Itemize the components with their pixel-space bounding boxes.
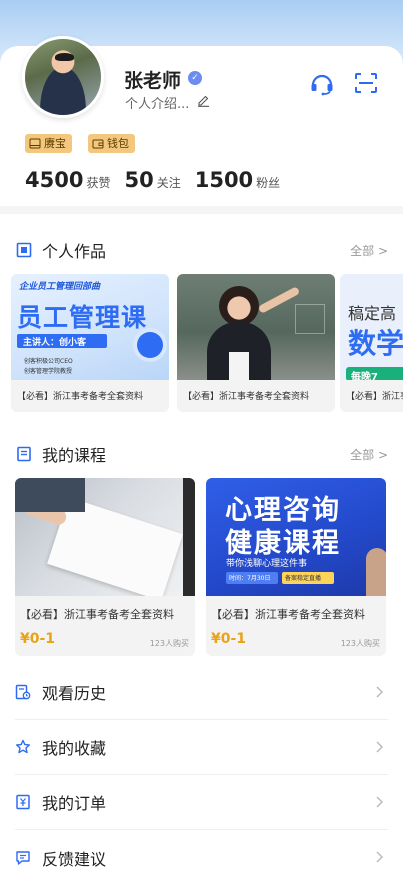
course-icon — [17, 446, 31, 462]
courses-list: 【必看】浙江事考备考全套资料 ¥0-1 123人购买 心理咨询 健康课程 带你浅… — [15, 478, 395, 658]
course-title: 【必看】浙江事考备考全套资料 — [211, 608, 365, 621]
menu-label: 我的收藏 — [42, 739, 107, 758]
scan-icon[interactable] — [354, 72, 378, 94]
work-caption: 【必看】浙江事考备考全套资料 — [346, 392, 403, 402]
edit-icon[interactable] — [197, 94, 210, 107]
work-thumbnail: 企业员工管理回部曲 员工管理课 主讲人：创小客 创客积极公司CEO 创客管理学院… — [11, 274, 169, 380]
thumb-text: 创客积极公司CEO — [24, 358, 73, 365]
following-count[interactable]: 50 — [124, 168, 153, 192]
order-icon — [16, 794, 30, 810]
menu-item-favorites[interactable]: 我的收藏 — [15, 720, 388, 775]
work-thumbnail — [177, 274, 335, 380]
work-caption: 【必看】浙江事考备考全套资料 — [17, 392, 144, 402]
chevron-right-icon — [376, 851, 384, 863]
history-icon — [15, 684, 31, 700]
menu-label: 我的订单 — [42, 794, 107, 813]
person-figure — [366, 548, 386, 596]
thumb-text: 数学 — [348, 327, 403, 360]
work-card[interactable]: 稿定高 数学 每晚7 【必看】浙江事考备考全套资料 — [340, 274, 403, 412]
thumb-decoration — [137, 332, 163, 358]
likes-count[interactable]: 4500 — [25, 168, 83, 192]
courses-title: 我的课程 — [42, 446, 107, 465]
course-price: ¥0-1 — [211, 631, 247, 647]
chevron-right-icon — [376, 741, 384, 753]
works-title: 个人作品 — [42, 242, 107, 261]
thumb-text: 稿定高 — [348, 304, 397, 323]
badge-zengbao[interactable]: 赓宝 — [25, 134, 72, 153]
wallet-card-icon — [29, 138, 41, 149]
course-buyers: 123人购买 — [149, 639, 189, 648]
verified-icon: ✓ — [188, 71, 202, 85]
courses-more-link[interactable]: 全部 > — [350, 446, 388, 463]
thumb-text: 备案稳定直播 — [285, 575, 322, 582]
thumb-text: 员工管理课 — [17, 303, 148, 332]
board-sketch — [295, 304, 325, 334]
intro-text[interactable]: 个人介绍... — [125, 93, 189, 112]
avatar[interactable] — [22, 36, 104, 118]
user-name: 张老师 — [124, 70, 182, 92]
feedback-icon — [16, 850, 30, 865]
works-more-link[interactable]: 全部 > — [350, 242, 388, 259]
course-buyers: 123人购买 — [340, 639, 380, 648]
chevron-right-icon — [376, 686, 384, 698]
thumb-text: 带你浅聊心理这件事 — [226, 559, 308, 569]
badge-label: 钱包 — [107, 137, 129, 150]
thumb-text: 主讲人：创小客 — [23, 338, 87, 348]
work-card[interactable]: 【必看】浙江事考备考全套资料 — [177, 274, 335, 412]
thumb-text: 创客管理学院教授 — [24, 368, 73, 375]
headset-icon[interactable] — [309, 72, 335, 96]
course-thumbnail — [15, 478, 195, 596]
thumb-text: 企业员工管理回部曲 — [19, 282, 101, 292]
course-card[interactable]: 心理咨询 健康课程 带你浅聊心理这件事 时间：7月30日 备案稳定直播 【必看】… — [206, 478, 386, 656]
course-card[interactable]: 【必看】浙江事考备考全套资料 ¥0-1 123人购买 — [15, 478, 195, 656]
thumb-text: 时间：7月30日 — [229, 575, 271, 582]
thumb-text: 每晚7 — [351, 372, 378, 380]
laptop-edge — [183, 478, 195, 596]
menu-label: 观看历史 — [42, 684, 107, 703]
course-thumbnail: 心理咨询 健康课程 带你浅聊心理这件事 时间：7月30日 备案稳定直播 — [206, 478, 386, 596]
section-divider — [0, 206, 403, 214]
suit-sleeve — [15, 478, 85, 512]
wallet-icon — [92, 139, 104, 149]
course-price: ¥0-1 — [20, 631, 56, 647]
teacher-figure — [229, 352, 249, 380]
menu-item-feedback[interactable]: 反馈建议 — [15, 830, 388, 872]
works-carousel[interactable]: 企业员工管理回部曲 员工管理课 主讲人：创小客 创客积极公司CEO 创客管理学院… — [11, 274, 403, 414]
work-thumbnail: 稿定高 数学 每晚7 — [340, 274, 403, 380]
badge-label: 赓宝 — [44, 137, 66, 150]
works-header: 个人作品 全部 > — [16, 238, 388, 262]
star-icon — [16, 739, 30, 754]
chevron-right-icon — [376, 796, 384, 808]
teacher-figure — [219, 286, 259, 326]
works-icon — [16, 242, 32, 258]
teacher-figure — [257, 286, 301, 314]
menu-item-orders[interactable]: 我的订单 — [15, 775, 388, 830]
thumb-text: 健康课程 — [225, 528, 341, 559]
profile-page: 张老师 ✓ 个人介绍... 赓宝 钱包 4500 获赞 50 关注 1500 粉… — [0, 0, 403, 872]
followers-label: 粉丝 — [256, 176, 281, 190]
following-label: 关注 — [156, 176, 181, 190]
courses-header: 我的课程 全部 > — [16, 442, 388, 466]
likes-label: 获赞 — [86, 176, 111, 190]
menu-item-history[interactable]: 观看历史 — [15, 665, 388, 720]
work-card[interactable]: 企业员工管理回部曲 员工管理课 主讲人：创小客 创客积极公司CEO 创客管理学院… — [11, 274, 169, 412]
menu-label: 反馈建议 — [42, 849, 107, 869]
followers-count[interactable]: 1500 — [195, 168, 253, 192]
badge-wallet[interactable]: 钱包 — [88, 134, 135, 153]
stats-row: 4500 获赞 50 关注 1500 粉丝 — [25, 168, 294, 192]
work-caption: 【必看】浙江事考备考全套资料 — [183, 392, 310, 402]
course-title: 【必看】浙江事考备考全套资料 — [20, 608, 174, 621]
